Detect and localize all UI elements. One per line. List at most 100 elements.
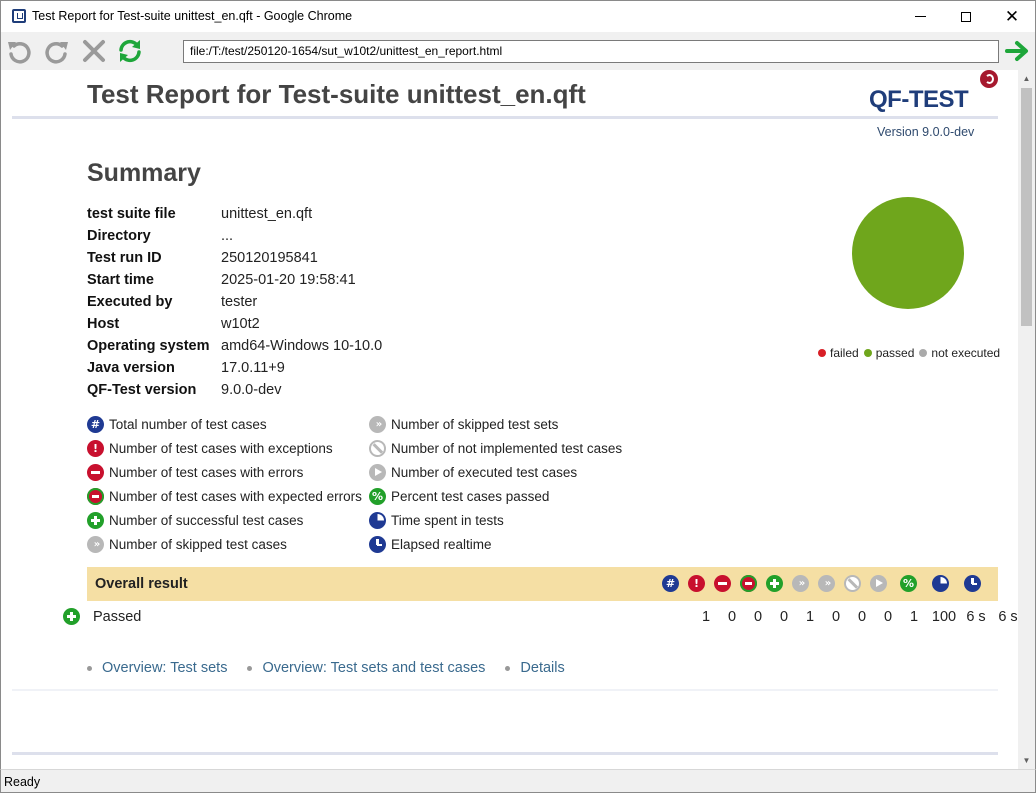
info-value: amd64-Windows 10-10.0	[221, 338, 383, 354]
legend-label: Elapsed realtime	[391, 536, 492, 552]
legend-item: % Percent test cases passed	[369, 484, 622, 508]
report-title: Test Report for Test-suite unittest_en.q…	[87, 79, 586, 109]
info-label: Java version	[87, 360, 175, 376]
info-value: ...	[221, 228, 234, 244]
pie-legend-item: failed	[818, 346, 859, 360]
summary-info-table: test suite file unittest_en.qft Directory.…	[87, 203, 382, 401]
legend-item: Time spent in tests	[369, 508, 622, 532]
header-divider	[12, 116, 998, 119]
result-value: 1	[909, 609, 919, 625]
minimize-button[interactable]	[897, 1, 943, 32]
info-row: Host w10t2	[87, 313, 382, 335]
browser-status-bar: Ready	[0, 769, 1036, 793]
skipped-sets-icon: »	[818, 575, 835, 592]
info-label: QF-Test version	[87, 382, 197, 398]
forward-button[interactable]	[42, 36, 72, 66]
legend-item: Number of executed test cases	[369, 460, 622, 484]
legend-label: Percent test cases passed	[391, 488, 550, 504]
legend-item: » Number of skipped test sets	[369, 412, 622, 436]
overview-test-sets-and-cases-link[interactable]: Overview: Test sets and test cases	[247, 660, 485, 676]
go-button[interactable]	[1002, 37, 1032, 65]
legend-dot-icon	[919, 349, 928, 357]
info-row: Directory...	[87, 225, 382, 247]
skipped-icon: »	[792, 575, 809, 592]
scroll-up-icon[interactable]: ▲	[1018, 70, 1035, 87]
info-value: tester	[221, 294, 258, 310]
overall-result-title: Overall result	[95, 576, 188, 592]
legend-item: Number of successful test cases	[87, 508, 362, 532]
pie-legend-item: passed	[863, 346, 915, 360]
not-implemented-icon	[369, 439, 386, 457]
go-arrow-icon	[1005, 41, 1028, 61]
exception-icon: !	[87, 439, 104, 457]
legend-dot-icon	[818, 349, 826, 357]
info-row: Executed by tester	[87, 291, 382, 313]
app-icon	[12, 9, 26, 23]
legend-item: » Number of skipped test cases	[87, 532, 362, 556]
exception-icon: !	[688, 575, 705, 592]
vertical-scrollbar[interactable]: ▲ ▼	[1018, 70, 1035, 769]
window-title: Test Report for Test-suite unittest_en.q…	[32, 9, 353, 23]
info-value: 17.0.11+9	[221, 360, 285, 376]
legend-label: Number of executed test cases	[391, 464, 578, 480]
not-implemented-icon	[844, 575, 861, 592]
error-icon	[714, 575, 731, 592]
info-label: Test run ID	[87, 250, 162, 266]
back-button[interactable]	[4, 36, 34, 66]
maximize-icon	[961, 11, 971, 22]
details-link[interactable]: Details	[505, 660, 564, 676]
legend-label: Number of successful test cases	[109, 512, 304, 528]
close-button[interactable]: ✕	[989, 1, 1035, 32]
executed-icon	[870, 575, 887, 592]
time-spent-icon	[369, 511, 386, 529]
info-label: Start time	[87, 272, 154, 288]
legend-item: Number of not implemented test cases	[369, 436, 622, 460]
legend-label: Number of skipped test cases	[109, 536, 287, 552]
pie-legend-label: not executed	[931, 346, 1001, 360]
time-spent-icon	[932, 575, 949, 592]
pie-legend-label: passed	[875, 346, 915, 360]
maximize-button[interactable]	[943, 1, 989, 32]
info-row: Java version 17.0.11+9	[87, 357, 382, 379]
icon-legend-left: # Total number of test cases! Number of te…	[87, 412, 362, 556]
section-divider	[12, 689, 998, 691]
stop-button[interactable]	[79, 36, 109, 66]
overall-result-header: Overall result #! » »%	[87, 567, 998, 601]
legend-label: Number of skipped test sets	[391, 416, 559, 432]
address-bar[interactable]: file:/T:/test/250120-1654/sut_w10t2/unit…	[183, 40, 999, 63]
back-icon	[8, 42, 31, 64]
info-label: Directory	[87, 228, 151, 244]
legend-item: # Total number of test cases	[87, 412, 362, 436]
passed-status-icon	[63, 608, 80, 625]
forward-icon	[45, 42, 68, 64]
legend-label: Number of test cases with errors	[109, 464, 304, 480]
qf-test-logo: QF-TEST	[869, 70, 1001, 116]
overview-test-sets-link[interactable]: Overview: Test sets	[87, 660, 227, 676]
result-value: 100	[931, 609, 957, 625]
pie-legend-label: failed	[830, 346, 859, 360]
report-navigation: Overview: Test sets Overview: Test sets a…	[87, 660, 585, 676]
skipped-icon: »	[87, 535, 104, 553]
result-value: 6 s	[966, 609, 986, 625]
info-label: Host	[87, 316, 120, 332]
info-row: Operating system amd64-Windows 10-10.0	[87, 335, 382, 357]
summary-heading: Summary	[87, 159, 201, 187]
error-icon	[87, 463, 104, 481]
legend-label: Number of test cases with exceptions	[109, 440, 333, 456]
pie-legend-item: not executed	[919, 346, 1000, 360]
scroll-thumb[interactable]	[1021, 88, 1032, 326]
scroll-down-icon[interactable]: ▼	[1018, 752, 1035, 769]
info-value: unittest_en.qft	[221, 206, 313, 222]
legend-item: Number of test cases with errors	[87, 460, 362, 484]
percent-icon: %	[369, 487, 386, 505]
info-value: 9.0.0-dev	[221, 382, 282, 398]
info-value: w10t2	[221, 316, 260, 332]
logo-mark-icon	[980, 70, 998, 88]
info-label: Operating system	[87, 338, 210, 354]
reload-button[interactable]	[115, 36, 145, 66]
window-title-bar: Test Report for Test-suite unittest_en.q…	[0, 0, 1036, 32]
info-row: Test run ID 250120195841	[87, 247, 382, 269]
elapsed-icon	[369, 535, 386, 553]
expected-error-icon	[87, 487, 104, 505]
status-text: Ready	[4, 775, 41, 789]
